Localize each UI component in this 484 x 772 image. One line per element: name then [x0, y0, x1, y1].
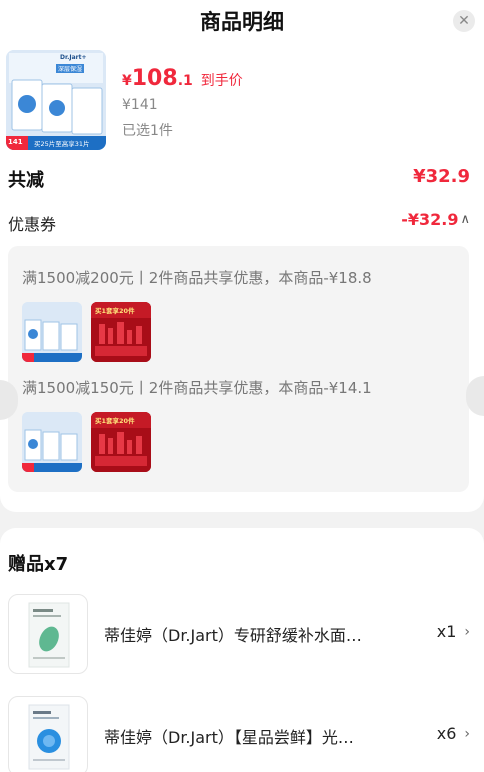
chevron-right-icon: › [464, 623, 470, 640]
coupon-label: 优惠券 [8, 215, 57, 234]
price-detail-card: 商品明细 ✕ Dr.Jart+ 深层保湿 141 买25片至高享31片 ¥ 10… [0, 0, 484, 512]
promo-product-thumb-blue[interactable] [22, 302, 82, 362]
product-detail-sheet: 商品明细 ✕ Dr.Jart+ 深层保湿 141 买25片至高享31片 ¥ 10… [0, 0, 484, 772]
coupon-toggle[interactable]: -¥32.9 ∧ [401, 210, 470, 229]
price-tag: 到手价 [200, 73, 243, 89]
product-image [28, 602, 70, 668]
product-image [22, 412, 82, 472]
thumb-caption: 买25片至高享31片 [34, 140, 90, 148]
promo-product-thumb-blue[interactable] [22, 412, 82, 472]
price-integer: 108 [131, 66, 178, 91]
gift-qty: x6 › [437, 724, 470, 743]
gift-section-title: 赠品x7 [8, 554, 69, 575]
coupon-detail-box: 满1500减200元丨2件商品共享优惠，本商品-¥18.8 买1套享20件 满1… [8, 246, 469, 492]
selected-count: 已选1件 [122, 123, 173, 139]
product-image [22, 302, 82, 362]
chevron-up-icon: ∧ [460, 212, 470, 227]
gift-thumbnail [8, 696, 88, 772]
total-discount-label: 共减 [8, 170, 44, 191]
price-symbol: ¥ [122, 73, 132, 89]
thumb-badge-text: 深层保湿 [56, 64, 85, 73]
product-thumbnail[interactable]: Dr.Jart+ 深层保湿 141 买25片至高享31片 [6, 50, 106, 150]
page-title: 商品明细 [200, 10, 284, 34]
promo-product-thumb-red[interactable]: 买1套享20件 [91, 412, 151, 472]
gift-item[interactable]: 蒂佳婷（Dr.Jart）专研舒缓补水面… x1 › [0, 594, 484, 678]
chevron-right-icon: › [464, 725, 470, 742]
product-image [28, 704, 70, 770]
gift-item[interactable]: 蒂佳婷（Dr.Jart）【星品尝鲜】光… x6 › [0, 696, 484, 772]
thumb-brand-text: Dr.Jart+ [60, 54, 87, 61]
gift-qty: x1 › [437, 622, 470, 641]
red-thumb-caption: 买1套享20件 [95, 307, 135, 315]
coupon-value: -¥32.9 [401, 210, 459, 229]
gift-qty-value: x1 [436, 622, 457, 641]
gift-card: 赠品x7 蒂佳婷（Dr.Jart）专研舒缓补水面… x1 › 蒂佳婷（Dr.Ja… [0, 528, 484, 772]
close-icon[interactable]: ✕ [453, 10, 475, 32]
promo-text-2: 满1500减150元丨2件商品共享优惠，本商品-¥14.1 [22, 379, 372, 397]
final-price: ¥ 108 .1 到手价 [122, 66, 243, 91]
price-decimal: .1 [177, 73, 193, 89]
gift-thumbnail [8, 594, 88, 674]
thumb-price-tag: 141 [8, 138, 23, 146]
gift-name: 蒂佳婷（Dr.Jart）【星品尝鲜】光… [104, 728, 354, 747]
promo-text-1: 满1500减200元丨2件商品共享优惠，本商品-¥18.8 [22, 269, 372, 287]
promo-product-thumb-red[interactable]: 买1套享20件 [91, 302, 151, 362]
red-thumb-caption: 买1套享20件 [95, 417, 135, 425]
original-price: ¥141 [122, 97, 158, 113]
total-discount-value: ¥32.9 [413, 166, 470, 187]
gift-qty-value: x6 [436, 724, 457, 743]
gift-name: 蒂佳婷（Dr.Jart）专研舒缓补水面… [104, 626, 362, 645]
